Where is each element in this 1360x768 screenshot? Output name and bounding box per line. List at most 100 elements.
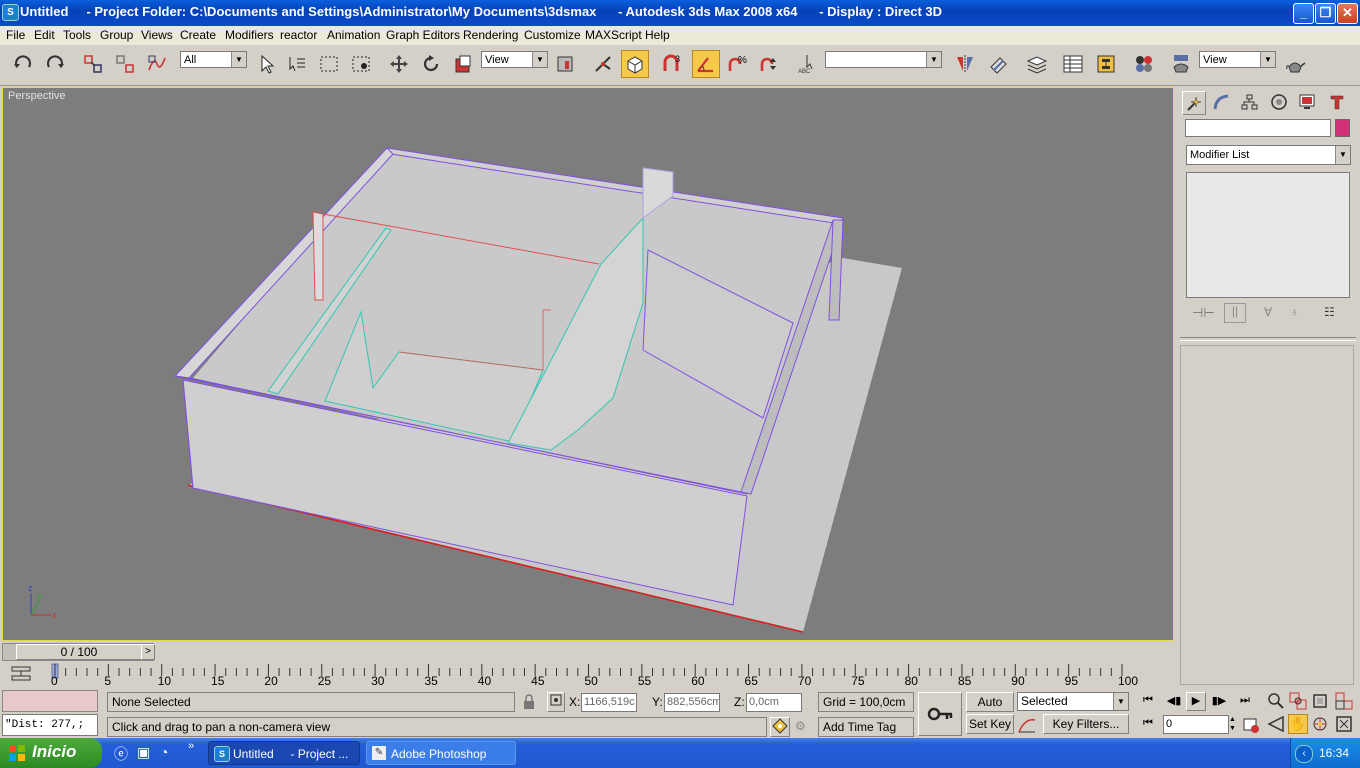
clock[interactable]: 16:34 bbox=[1319, 746, 1349, 760]
default-tangents-icon[interactable] bbox=[1017, 716, 1037, 734]
edit-named-selection-icon[interactable]: ABC bbox=[795, 51, 821, 77]
menu-animation[interactable]: Animation bbox=[327, 28, 380, 42]
zoom-all-icon[interactable] bbox=[1289, 692, 1307, 710]
time-tag-icon[interactable] bbox=[770, 717, 790, 737]
arc-rotate-icon[interactable] bbox=[1311, 715, 1329, 733]
unlink-selection-icon[interactable] bbox=[112, 51, 138, 77]
field-of-view-icon[interactable] bbox=[1267, 715, 1285, 733]
add-time-tag-button[interactable]: Add Time Tag bbox=[818, 717, 914, 737]
zoom-icon[interactable] bbox=[1267, 692, 1285, 710]
window-crossing-icon[interactable] bbox=[348, 51, 374, 77]
menu-tools[interactable]: Tools bbox=[63, 28, 91, 42]
set-key-big-button[interactable] bbox=[918, 692, 962, 736]
spinner-snap-icon[interactable] bbox=[756, 51, 782, 77]
menu-file[interactable]: File bbox=[6, 28, 25, 42]
utilities-tab-icon[interactable] bbox=[1326, 91, 1348, 113]
zoom-extents-all-icon[interactable] bbox=[1335, 692, 1353, 710]
menu-group[interactable]: Group bbox=[100, 28, 133, 42]
curve-editor-icon[interactable] bbox=[1060, 51, 1086, 77]
app-icon[interactable]: S bbox=[2, 4, 19, 21]
select-by-name-icon[interactable] bbox=[284, 51, 310, 77]
key-mode-dropdown[interactable]: Selected ▼ bbox=[1017, 692, 1129, 711]
menu-edit[interactable]: Edit bbox=[34, 28, 55, 42]
time-config-icon[interactable]: ⚙ bbox=[795, 719, 806, 733]
show-end-result-icon[interactable]: || bbox=[1224, 303, 1246, 323]
absolute-mode-transform-icon[interactable] bbox=[547, 692, 565, 712]
menu-create[interactable]: Create bbox=[180, 28, 216, 42]
next-frame-icon[interactable]: ▮▶ bbox=[1210, 694, 1228, 710]
perspective-viewport[interactable]: Perspective x z y bbox=[2, 87, 1174, 641]
track-bar[interactable]: 0 5 10 15 20 25 30 35 40 45 50 55 60 65 70 75 80 85 90 95 10… bbox=[0, 662, 1174, 688]
maxscript-input[interactable]: "Dist: 277,; bbox=[2, 714, 98, 736]
task-untitled[interactable]: S Untitled - Project ... bbox=[208, 741, 360, 765]
y-coordinate-field[interactable]: 882,556cm bbox=[664, 693, 720, 712]
redo-icon[interactable] bbox=[42, 51, 68, 77]
render-view-dropdown[interactable]: View ▼ bbox=[1199, 51, 1276, 68]
hierarchy-tab-icon[interactable] bbox=[1238, 91, 1260, 113]
keyboard-shortcut-override-icon[interactable] bbox=[621, 50, 649, 78]
maximize-viewport-icon[interactable] bbox=[1335, 715, 1353, 733]
z-coordinate-field[interactable]: 0,0cm bbox=[746, 693, 802, 712]
pan-hand-icon[interactable]: ✋ bbox=[1288, 714, 1308, 734]
next-frame-arrow-icon[interactable]: > bbox=[141, 644, 155, 660]
key-filters-button[interactable]: Key Filters... bbox=[1043, 714, 1129, 734]
lock-selection-icon[interactable] bbox=[522, 694, 536, 710]
reference-coordinate-dropdown[interactable]: View ▼ bbox=[481, 51, 548, 68]
go-to-start-icon[interactable]: ⏮ bbox=[1139, 694, 1157, 710]
motion-tab-icon[interactable] bbox=[1268, 91, 1290, 113]
pin-stack-icon[interactable]: ⊣⊢ bbox=[1192, 305, 1215, 321]
rectangular-selection-region-icon[interactable] bbox=[316, 51, 342, 77]
render-setup-icon[interactable] bbox=[1168, 51, 1194, 77]
menu-reactor[interactable]: reactor bbox=[280, 28, 317, 42]
select-and-rotate-icon[interactable] bbox=[418, 51, 444, 77]
object-name-field[interactable] bbox=[1185, 119, 1331, 137]
named-selection-dropdown[interactable]: ▼ bbox=[825, 51, 942, 68]
schematic-view-icon[interactable] bbox=[1093, 51, 1119, 77]
select-and-manipulate-icon[interactable] bbox=[590, 51, 616, 77]
task-photoshop[interactable]: ✎ Adobe Photoshop bbox=[366, 741, 516, 765]
tray-expand-icon[interactable]: ‹ bbox=[1295, 745, 1313, 763]
zoom-extents-icon[interactable] bbox=[1311, 692, 1329, 710]
menu-views[interactable]: Views bbox=[141, 28, 173, 42]
close-button[interactable]: ✕ bbox=[1337, 3, 1358, 24]
remove-modifier-icon[interactable]: ♁ bbox=[1290, 305, 1299, 319]
menu-modifiers[interactable]: Modifiers bbox=[225, 28, 274, 42]
restore-button[interactable]: ❐ bbox=[1315, 3, 1336, 24]
go-to-end-icon[interactable]: ⏭ bbox=[1236, 694, 1254, 710]
minimize-button[interactable]: _ bbox=[1293, 3, 1314, 24]
display-tab-icon[interactable] bbox=[1296, 91, 1318, 113]
media-player-icon[interactable]: ◔ bbox=[160, 744, 178, 762]
start-button[interactable]: Inicio bbox=[0, 738, 102, 768]
material-editor-icon[interactable] bbox=[1131, 51, 1157, 77]
create-tab-icon[interactable] bbox=[1182, 91, 1206, 115]
maxscript-listener-mini[interactable] bbox=[2, 690, 98, 712]
align-icon[interactable] bbox=[986, 51, 1012, 77]
set-key-button[interactable]: Set Key bbox=[966, 714, 1014, 734]
time-configuration-icon[interactable] bbox=[1242, 716, 1260, 734]
menu-customize[interactable]: Customize bbox=[524, 28, 581, 42]
configure-modifier-sets-icon[interactable]: ☷ bbox=[1324, 305, 1335, 319]
key-mode-toggle-icon[interactable]: ⏮ bbox=[1139, 717, 1157, 733]
make-unique-icon[interactable]: ∀ bbox=[1264, 305, 1272, 319]
select-and-link-icon[interactable] bbox=[80, 51, 106, 77]
select-and-scale-icon[interactable] bbox=[450, 51, 476, 77]
select-and-move-icon[interactable] bbox=[386, 51, 412, 77]
snaps-toggle-icon[interactable]: 3 bbox=[659, 51, 685, 77]
frame-spinner-icon[interactable]: ▲ ▼ bbox=[1229, 715, 1238, 734]
select-object-icon[interactable] bbox=[254, 51, 280, 77]
bind-to-space-warp-icon[interactable] bbox=[144, 51, 170, 77]
object-color-swatch[interactable] bbox=[1335, 119, 1350, 137]
selection-filter-dropdown[interactable]: All ▼ bbox=[180, 51, 247, 68]
quick-render-teapot-icon[interactable] bbox=[1282, 51, 1308, 77]
menu-rendering[interactable]: Rendering bbox=[463, 28, 518, 42]
time-slider-thumb[interactable]: 0 / 100 bbox=[16, 644, 142, 660]
use-pivot-center-icon[interactable] bbox=[552, 51, 578, 77]
modifier-stack[interactable] bbox=[1186, 172, 1350, 298]
quicklaunch-expand-icon[interactable]: » bbox=[188, 740, 194, 752]
modify-tab-icon[interactable] bbox=[1210, 91, 1232, 113]
x-coordinate-field[interactable]: 1166,519c bbox=[581, 693, 637, 712]
mirror-icon[interactable] bbox=[952, 51, 978, 77]
menu-graph-editors[interactable]: Graph Editors bbox=[386, 28, 460, 42]
menu-help[interactable]: Help bbox=[645, 28, 670, 42]
auto-key-button[interactable]: Auto Key bbox=[966, 692, 1014, 727]
